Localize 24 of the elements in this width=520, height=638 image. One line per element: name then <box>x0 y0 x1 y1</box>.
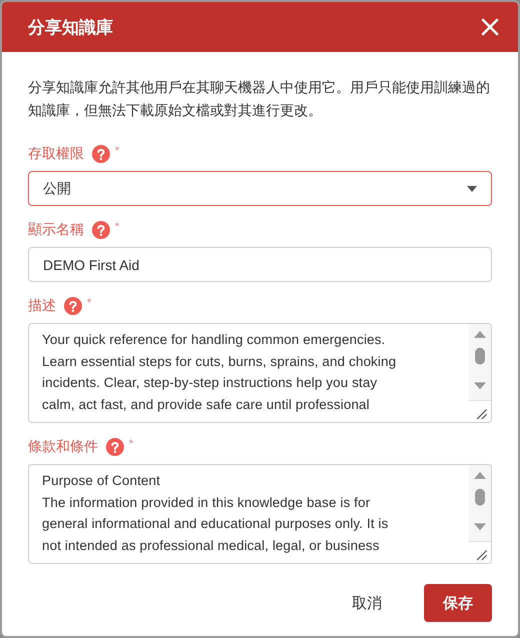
help-icon[interactable] <box>64 297 82 315</box>
text-area[interactable]: Your quick reference for handling common emergencies. Learn essential steps for cuts, burns, sprains, and choking incidents. Clear, step-by-step instructions help you stay calm, act fast, and provide safe care until professional <box>28 323 492 423</box>
save-button[interactable]: 保存 <box>424 584 492 622</box>
field-label: 描述 <box>28 297 56 315</box>
required-mark: * <box>129 438 134 450</box>
input-field[interactable]: DEMO First Aid <box>28 247 492 282</box>
close-icon[interactable] <box>480 17 500 37</box>
help-icon[interactable] <box>106 438 124 456</box>
field-label: 存取權限 <box>28 145 84 163</box>
required-mark: * <box>87 297 92 309</box>
required-mark: * <box>115 221 120 233</box>
help-icon[interactable] <box>92 221 110 239</box>
help-icon[interactable] <box>92 145 110 163</box>
required-mark: * <box>115 145 120 157</box>
resize-handle-icon[interactable] <box>469 541 491 563</box>
field-label: 條款和條件 <box>28 438 98 456</box>
cancel-button[interactable]: 取消 <box>336 584 398 622</box>
field-label: 顯示名稱 <box>28 221 84 239</box>
dialog-description: 分享知識庫允許其他用戶在其聊天機器人中使用它。用戶只能使用訓練過的知識庫，但無法下載原始文檔或對其進行更改。 <box>28 78 491 120</box>
dialog-title: 分享知識庫 <box>28 16 113 38</box>
text-area[interactable]: Purpose of Content The information provided in this knowledge base is for general informational and educational purposes only. It is not intended as professional medical, legal, or business <box>28 464 492 564</box>
access-dropdown[interactable]: 公開 <box>28 171 492 206</box>
resize-handle-icon[interactable] <box>469 400 491 422</box>
caret-icon <box>467 186 477 192</box>
